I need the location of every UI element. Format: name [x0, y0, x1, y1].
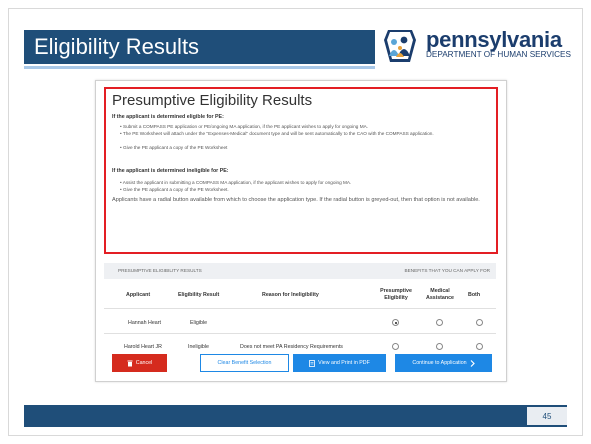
ineligible-heading: If the applicant is determined ineligibl…	[112, 168, 229, 174]
results-section-header: PRESUMPTIVE ELIGIBILITY RESULTS BENEFITS…	[104, 263, 496, 279]
ineligibility-reason: Does not meet PA Residency Requirements	[240, 344, 343, 350]
keystone-family-seal-icon	[384, 30, 416, 62]
radio-both[interactable]	[476, 319, 483, 326]
pdf-button-label: View and Print in PDF	[318, 360, 370, 366]
col-presumptive-eligibility: Presumptive Eligibility	[380, 288, 412, 301]
col-eligibility-result: Eligibility Result	[178, 292, 220, 298]
callout-note: Applicants have a radial button availabl…	[112, 197, 480, 203]
ineligible-bullet: • Assist the applicant in submitting a C…	[120, 180, 352, 185]
continue-to-application-button[interactable]: Continue to Application	[395, 354, 492, 372]
radio-presumptive-eligibility[interactable]	[392, 319, 399, 326]
slide-title: Eligibility Results	[34, 34, 200, 59]
clear-benefit-selection-button[interactable]: Clear Benefit Selection	[200, 354, 289, 372]
footer-bar	[24, 405, 567, 427]
eligible-bullet: • Submit a COMPASS PE application or PE/…	[120, 124, 369, 129]
callout-title: Presumptive Eligibility Results	[112, 92, 313, 109]
benefits-section-title: BENEFITS THAT YOU CAN APPLY FOR	[404, 268, 490, 273]
title-underline	[24, 66, 375, 69]
view-print-pdf-button[interactable]: View and Print in PDF	[293, 354, 386, 372]
col-reason: Reason for Ineligibility	[262, 292, 319, 298]
document-icon	[309, 359, 316, 367]
ineligible-bullet: • Give the PE applicant a copy of the PE…	[120, 187, 229, 192]
col-both: Both	[468, 292, 481, 298]
col-medical-assistance: Medical Assistance	[426, 288, 454, 301]
col-applicant: Applicant	[126, 292, 151, 298]
trash-icon	[127, 360, 133, 366]
cancel-button-label: Cancel	[135, 360, 153, 366]
applicant-name: Hannah Heart	[128, 320, 161, 326]
eligible-bullet: • Give the PE applicant a copy of the PE…	[120, 145, 228, 150]
radio-medical-assistance[interactable]	[436, 319, 443, 326]
applicant-name: Harold Heart JR	[124, 344, 162, 350]
radio-both[interactable]	[476, 343, 483, 350]
eligible-heading: If the applicant is determined eligible …	[112, 114, 224, 120]
row-divider	[104, 308, 496, 309]
row-divider	[104, 333, 496, 334]
eligibility-result: Ineligible	[188, 344, 209, 350]
results-section-title: PRESUMPTIVE ELIGIBILITY RESULTS	[118, 268, 202, 273]
chevron-right-icon	[470, 359, 475, 367]
pa-dhs-logo: pennsylvania DEPARTMENT OF HUMAN SERVICE…	[382, 27, 582, 68]
continue-button-label: Continue to Application	[412, 360, 467, 366]
radio-presumptive-eligibility[interactable]	[392, 343, 399, 350]
clear-button-label: Clear Benefit Selection	[217, 360, 272, 366]
logo-dept: DEPARTMENT OF HUMAN SERVICES	[426, 50, 571, 59]
slide-title-bar: Eligibility Results	[24, 30, 375, 64]
radio-medical-assistance[interactable]	[436, 343, 443, 350]
page-number: 45	[527, 407, 567, 425]
cancel-button[interactable]: Cancel	[112, 354, 167, 372]
eligibility-result: Eligible	[190, 320, 208, 326]
eligible-bullet: • The PE Worksheet will attach under the…	[120, 131, 434, 136]
